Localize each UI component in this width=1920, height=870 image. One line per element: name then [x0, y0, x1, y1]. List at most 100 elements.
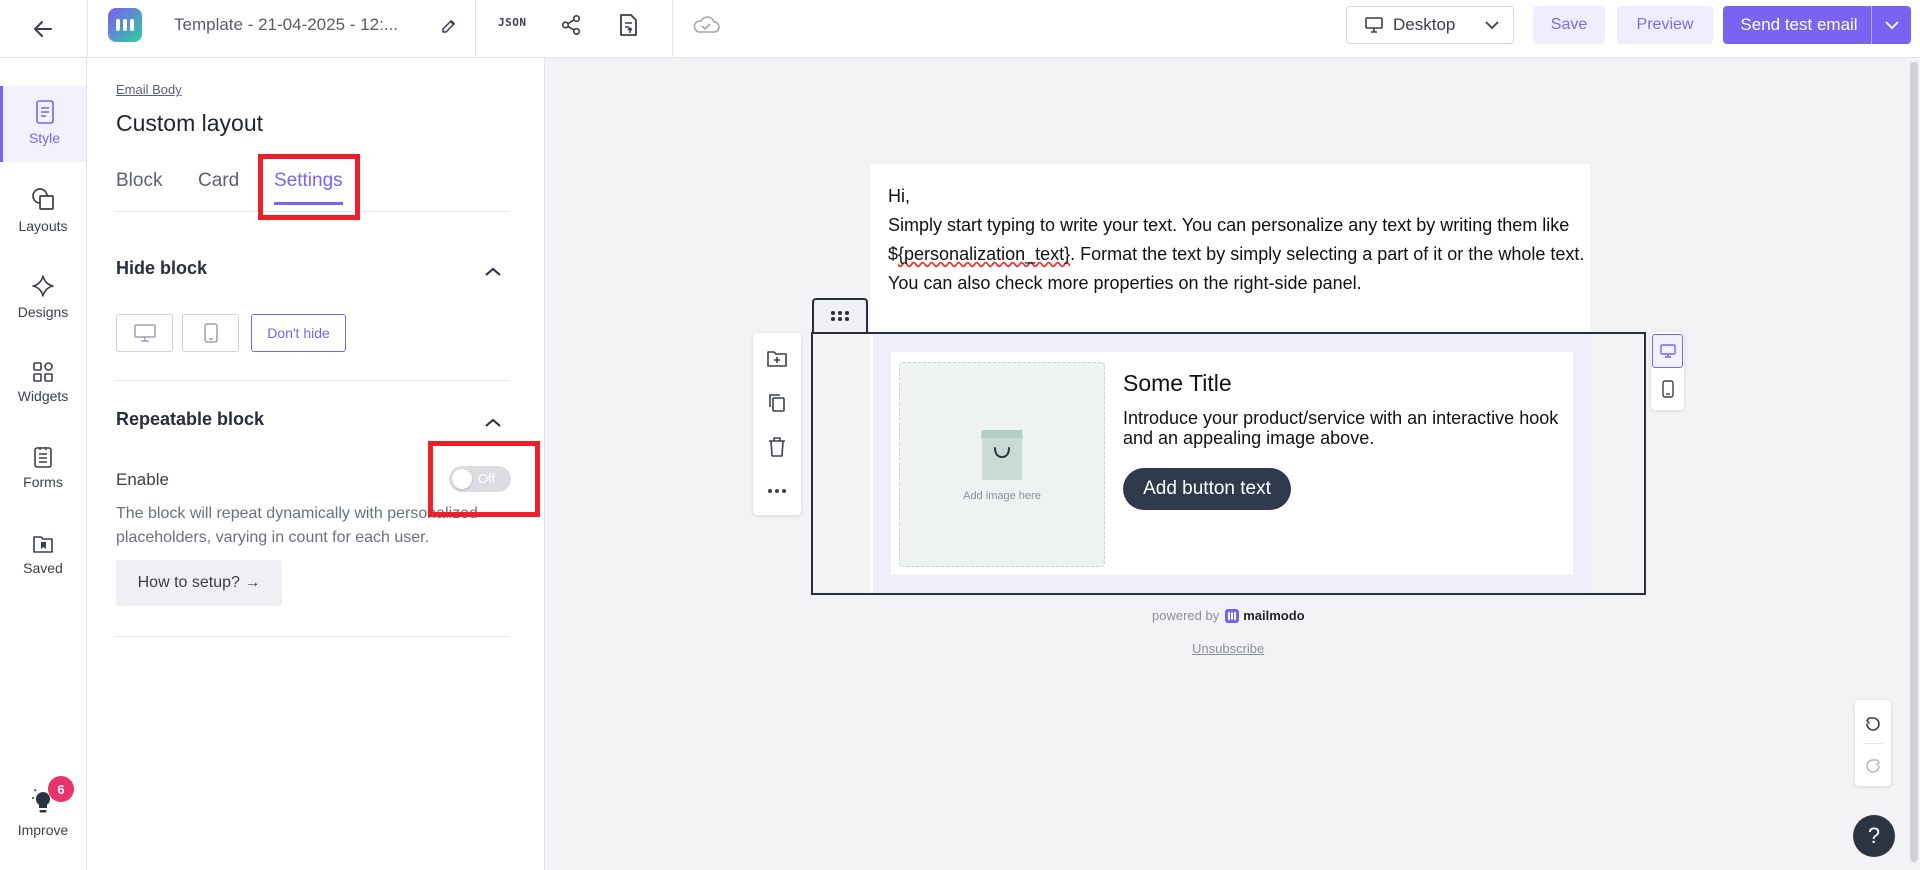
mailmodo-logo [108, 8, 142, 42]
send-test-email-button[interactable]: Send test email [1723, 6, 1911, 44]
powered-by-footer: powered by mailmodo [1152, 608, 1305, 623]
mailmodo-logo-icon [1225, 608, 1240, 623]
share-icon[interactable] [558, 12, 584, 38]
template-name[interactable]: Template - 21-04-2025 - 12:... [174, 15, 398, 35]
enable-label: Enable [116, 470, 169, 489]
desktop-icon [1365, 17, 1383, 33]
rail-item-layouts[interactable]: Layouts [0, 184, 86, 234]
shopping-bag-icon [981, 429, 1023, 480]
divider [475, 0, 476, 58]
save-to-folder-icon[interactable] [765, 347, 789, 371]
mobile-icon [203, 323, 218, 343]
chevron-down-icon [1884, 21, 1899, 30]
toggle-state-label: Off [478, 471, 496, 486]
divider [116, 636, 508, 637]
tab-block[interactable]: Block [116, 170, 162, 202]
rail-item-style[interactable]: Style [0, 86, 86, 162]
divider [1863, 743, 1883, 744]
powered-by-text: powered by [1152, 608, 1220, 623]
block-toolbar [753, 333, 801, 515]
divider [116, 380, 508, 381]
text-block[interactable]: Hi, Simply start typing to write your te… [888, 182, 1588, 298]
collapse-chevron-icon[interactable] [481, 260, 505, 284]
rail-item-label: Designs [17, 304, 69, 320]
unsubscribe-link[interactable]: Unsubscribe [1192, 641, 1264, 656]
repeatable-block-heading: Repeatable block [116, 409, 265, 429]
divider [87, 0, 88, 58]
scrollbar-thumb[interactable] [1910, 62, 1918, 862]
selected-block[interactable]: Add image here Some Title Introduce your… [811, 332, 1646, 595]
collapse-chevron-icon[interactable] [481, 411, 505, 435]
more-options-icon[interactable] [765, 479, 789, 503]
save-button[interactable]: Save [1533, 6, 1605, 44]
redo-icon[interactable] [1861, 754, 1885, 778]
sparkle-icon [31, 270, 55, 298]
settings-panel: Email Body Custom layout Block Card Sett… [87, 58, 545, 870]
help-question-icon[interactable]: ? [1853, 815, 1895, 857]
preview-button[interactable]: Preview [1617, 6, 1713, 44]
toggle-knob [452, 469, 472, 489]
block-background: Add image here Some Title Introduce your… [873, 334, 1591, 593]
json-button[interactable]: JSON [498, 16, 527, 29]
left-rail: Style Layouts Designs Widgets Forms Save… [0, 58, 87, 870]
rail-item-designs[interactable]: Designs [0, 270, 86, 320]
intro-paragraph: Simply start typing to write your text. … [888, 211, 1588, 298]
desktop-view-icon[interactable] [1652, 334, 1683, 368]
chevron-down-icon [1485, 21, 1499, 30]
card-title[interactable]: Some Title [1123, 370, 1232, 397]
product-card[interactable]: Add image here Some Title Introduce your… [891, 352, 1573, 575]
widgets-icon [33, 354, 53, 382]
how-to-setup-button[interactable]: How to setup? → [116, 560, 282, 606]
repeatable-enable-toggle[interactable]: Off [449, 466, 511, 492]
edit-pencil-icon[interactable] [437, 14, 461, 38]
card-cta-button[interactable]: Add button text [1123, 468, 1291, 510]
rail-item-label: Improve [17, 822, 69, 838]
rail-item-label: Widgets [17, 388, 69, 404]
style-icon [35, 96, 55, 124]
tab-settings[interactable]: Settings [274, 170, 343, 205]
delete-trash-icon[interactable] [765, 435, 789, 459]
rail-item-label: Layouts [18, 218, 68, 234]
cloud-saved-icon [690, 10, 722, 38]
personalization-token: {personalization_text} [898, 244, 1071, 264]
panel-tabs: Block Card Settings [116, 170, 508, 212]
device-select-value: Desktop [1393, 15, 1456, 34]
divider [672, 0, 673, 58]
card-description[interactable]: Introduce your product/service with an i… [1123, 408, 1563, 448]
rail-item-forms[interactable]: Forms [0, 440, 86, 490]
undo-icon[interactable] [1861, 712, 1885, 736]
history-controls [1855, 700, 1891, 786]
rail-item-widgets[interactable]: Widgets [0, 354, 86, 404]
export-document-icon[interactable] [615, 12, 641, 38]
device-visibility-toggle [1651, 332, 1684, 410]
forms-icon [33, 440, 53, 468]
duplicate-icon[interactable] [765, 391, 789, 415]
hide-on-desktop-button[interactable] [116, 314, 173, 352]
send-test-email-label: Send test email [1740, 15, 1858, 34]
layouts-icon [30, 184, 56, 212]
canvas-scrollbar[interactable] [1908, 58, 1920, 870]
drag-handle-icon[interactable] [812, 298, 868, 332]
desktop-icon [133, 324, 156, 342]
saved-folder-icon [32, 526, 54, 554]
rail-item-label: Forms [23, 474, 63, 490]
top-bar: Template - 21-04-2025 - 12:... JSON Desk… [0, 0, 1920, 58]
breadcrumb[interactable]: Email Body [116, 82, 182, 97]
greeting-text: Hi, [888, 186, 910, 206]
device-select[interactable]: Desktop [1346, 6, 1514, 44]
image-placeholder[interactable]: Add image here [899, 362, 1105, 567]
back-arrow-icon[interactable] [26, 12, 60, 46]
hide-block-heading: Hide block [116, 258, 208, 278]
rail-item-improve[interactable]: 6 Improve [0, 776, 86, 846]
brand-name: mailmodo [1243, 608, 1305, 623]
image-placeholder-caption: Add image here [963, 489, 1041, 502]
send-options-dropdown[interactable] [1871, 6, 1911, 44]
hide-on-mobile-button[interactable] [182, 314, 239, 352]
dont-hide-button[interactable]: Don't hide [251, 314, 346, 352]
rail-item-label: Style [28, 130, 61, 146]
rail-item-saved[interactable]: Saved [0, 526, 86, 576]
mobile-view-icon[interactable] [1652, 372, 1683, 406]
notification-badge: 6 [48, 776, 74, 802]
tab-card[interactable]: Card [198, 170, 239, 202]
panel-title: Custom layout [116, 110, 264, 136]
